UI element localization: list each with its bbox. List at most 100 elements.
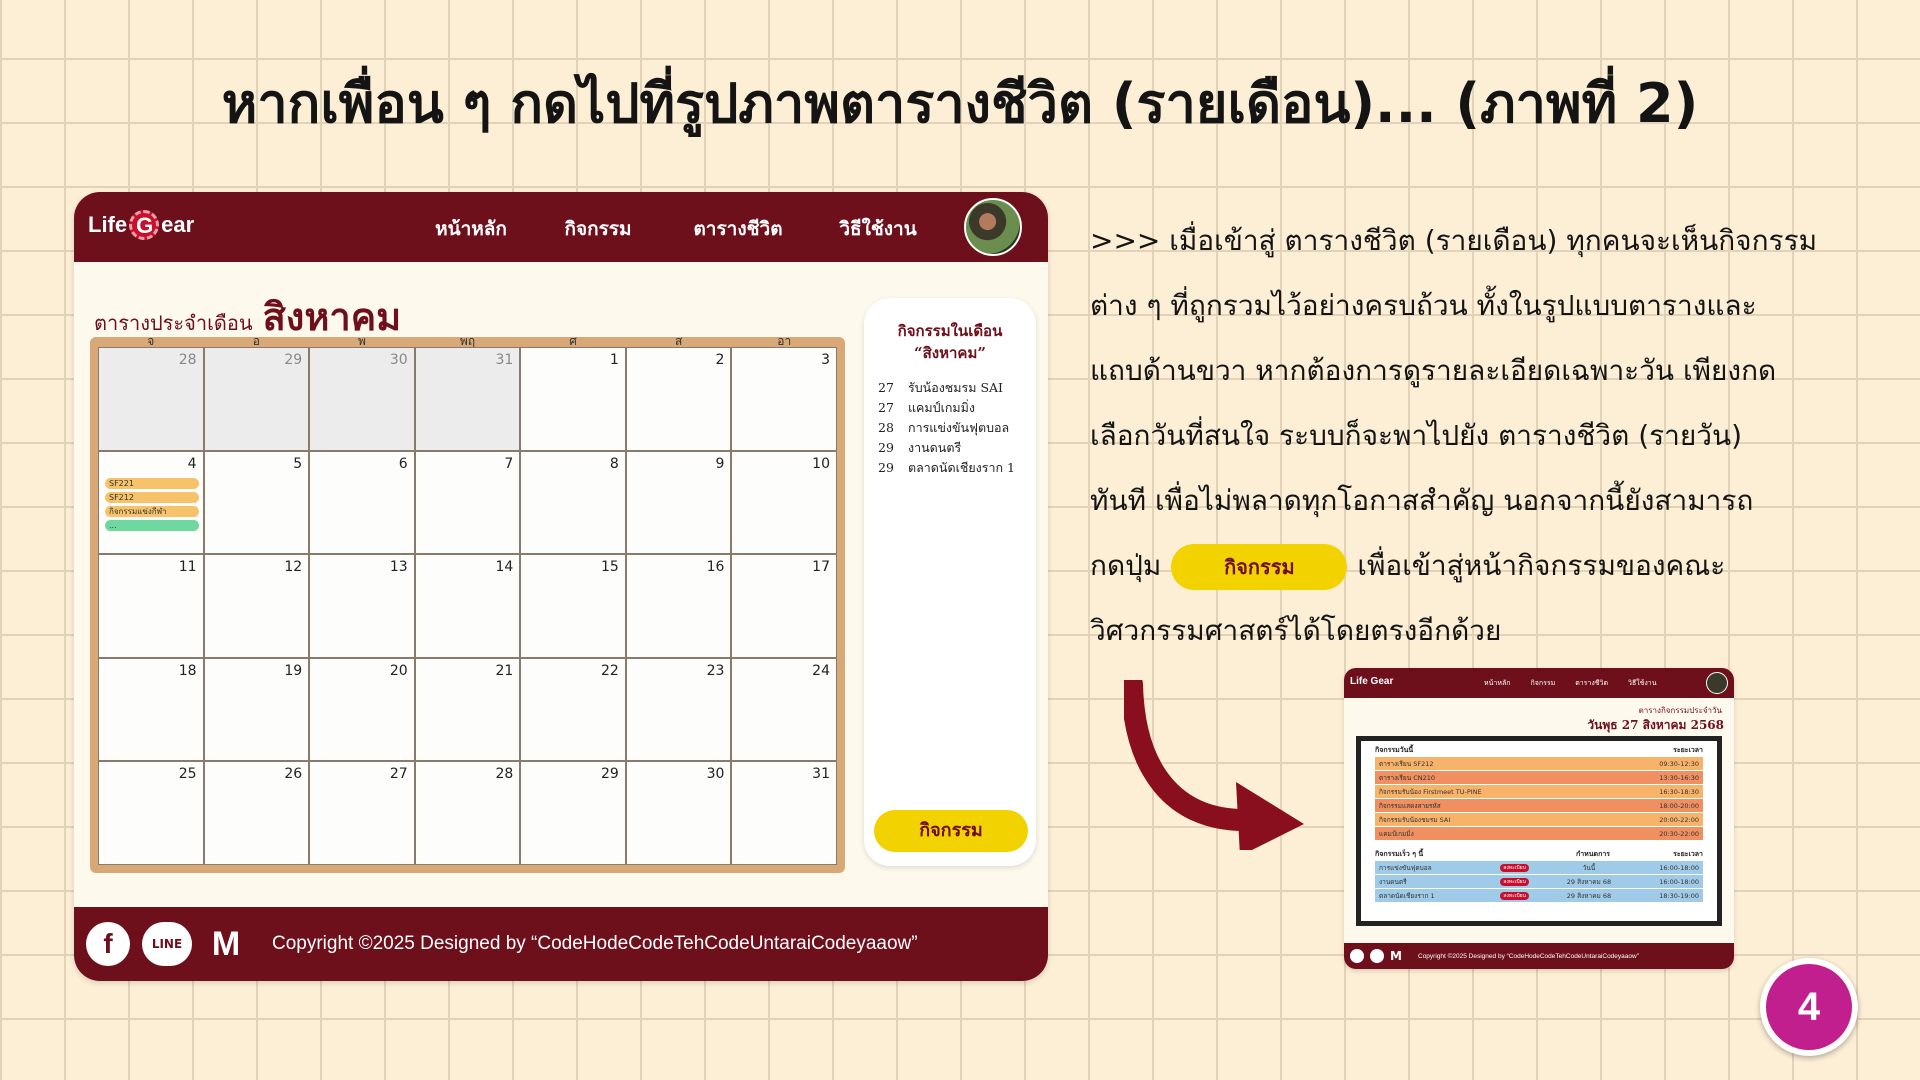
day-number: 25 bbox=[178, 766, 197, 783]
calendar-day-cell[interactable]: 21 bbox=[414, 657, 521, 762]
month-activity-item[interactable]: 28 การแข่งขันฟุตบอล bbox=[878, 418, 1036, 438]
thumb-row-label: แคมป์เกมมิ่ง bbox=[1379, 830, 1414, 838]
thumb-date: วันพุธ 27 สิงหาคม 2568 bbox=[1587, 718, 1724, 732]
calendar-day-cell[interactable]: 28 bbox=[98, 347, 204, 451]
calendar-day-cell[interactable]: 30 bbox=[309, 347, 415, 451]
calendar-day-cell[interactable]: 1 bbox=[520, 347, 626, 451]
event-pill[interactable]: SF212 bbox=[105, 491, 199, 503]
calendar-day-cell[interactable]: 22 bbox=[520, 657, 626, 762]
top-navbar: Life G ear หน้าหลัก กิจกรรม ตารางชีวิต ว… bbox=[74, 192, 1048, 262]
month-activity-list: 27 รับน้องชมรม SAI 27 แคมป์เกมมิ่ง 28 การแข่ง… bbox=[878, 378, 1036, 478]
calendar-day-cell[interactable]: 23 bbox=[625, 657, 732, 762]
activity-day: 27 bbox=[878, 400, 894, 415]
month-activity-item[interactable]: 27 แคมป์เกมมิ่ง bbox=[878, 398, 1036, 418]
calendar-day-cell[interactable]: 9 bbox=[625, 450, 732, 555]
day-number: 19 bbox=[284, 662, 303, 679]
activities-button[interactable]: กิจกรรม bbox=[874, 810, 1028, 852]
day-number: 13 bbox=[389, 559, 408, 576]
day-number: 18 bbox=[178, 662, 197, 679]
calendar-day-cell[interactable]: 15 bbox=[520, 554, 626, 658]
calendar-day-cell[interactable]: 8 bbox=[520, 450, 626, 555]
calendar-day-cell[interactable]: 30 bbox=[625, 761, 732, 865]
logo-text-life: Life bbox=[88, 212, 128, 237]
month-activity-item[interactable]: 29 ตลาดนัดเชียงราก 1 bbox=[878, 458, 1036, 478]
day-number: 26 bbox=[284, 766, 303, 783]
daily-schedule-thumbnail: Life Gear หน้าหลัก กิจกรรม ตารางชีวิต วิ… bbox=[1344, 668, 1734, 969]
calendar-day-cell[interactable]: 14 bbox=[414, 554, 521, 658]
thumb-due-title: กำหนดการ bbox=[1575, 850, 1611, 858]
calendar-day-cell[interactable]: 31 bbox=[414, 347, 521, 451]
calendar-day-cell[interactable]: 19 bbox=[203, 657, 310, 762]
thumb-soon-header: กิจกรรมเร็ว ๆ นี้ กำหนดการ ระยะเวลา bbox=[1375, 847, 1703, 861]
calendar-day-cell[interactable]: 24 bbox=[731, 657, 837, 762]
line-icon[interactable]: LINE bbox=[142, 922, 192, 966]
activity-day: 28 bbox=[878, 420, 894, 435]
event-pill[interactable]: ... bbox=[105, 519, 199, 531]
activity-label: รับน้องชมรม SAI bbox=[908, 380, 1003, 395]
calendar-day-cell[interactable]: 3 bbox=[731, 347, 837, 451]
nav-activities[interactable]: กิจกรรม bbox=[528, 214, 668, 244]
calendar-day-cell[interactable]: 5 bbox=[203, 450, 310, 555]
calendar-day-cell[interactable]: 12 bbox=[203, 554, 310, 658]
day-number: 6 bbox=[398, 455, 408, 472]
calendar-day-cell[interactable]: 31 bbox=[731, 761, 837, 865]
day-number: 9 bbox=[715, 455, 725, 472]
calendar-day-cell[interactable]: 27 bbox=[309, 761, 415, 865]
calendar-day-cell[interactable]: 2 bbox=[625, 347, 732, 451]
calendar-day-cell[interactable]: 20 bbox=[309, 657, 415, 762]
calendar-day-cell[interactable]: 18 bbox=[98, 657, 204, 762]
thumb-copyright: Copyright ©2025 Designed by “CodeHodeCod… bbox=[1418, 952, 1639, 960]
event-pill[interactable]: กิจกรรมแข่งกีฬา bbox=[105, 505, 199, 517]
copyright-text: Copyright ©2025 Designed by “CodeHodeCod… bbox=[272, 933, 918, 954]
day-number: 3 bbox=[821, 352, 830, 368]
thumb-register-badge: ลงทะเบียน bbox=[1500, 878, 1529, 886]
day-number: 21 bbox=[495, 662, 514, 679]
curved-arrow-icon bbox=[1124, 680, 1304, 850]
calendar-day-cell[interactable]: 26 bbox=[203, 761, 310, 865]
month-activity-item[interactable]: 27 รับน้องชมรม SAI bbox=[878, 378, 1036, 398]
weekday-label: ศ bbox=[569, 334, 577, 348]
thumb-soon-due: 29 สิงหาคม 68 bbox=[1566, 878, 1612, 886]
day-number: 31 bbox=[495, 352, 514, 368]
description-press-text: กดปุ่ม bbox=[1090, 549, 1162, 582]
calendar-day-cell[interactable]: 29 bbox=[520, 761, 626, 865]
thumb-row-time: 20:30-22:00 bbox=[1659, 830, 1699, 838]
thumb-today-row: ตารางเรียน CN210 13:30-16:30 bbox=[1375, 771, 1703, 785]
nav-how-to-use[interactable]: วิธีใช้งาน bbox=[808, 214, 948, 244]
calendar-day-cell[interactable]: 10 bbox=[731, 450, 837, 555]
gmail-icon[interactable]: M bbox=[204, 922, 248, 966]
event-pill[interactable]: SF221 bbox=[105, 477, 199, 489]
calendar-day-cell[interactable]: 11 bbox=[98, 554, 204, 658]
calendar-day-cell[interactable]: 13 bbox=[309, 554, 415, 658]
calendar-day-cell[interactable]: 17 bbox=[731, 554, 837, 658]
nav-home[interactable]: หน้าหลัก bbox=[414, 214, 528, 244]
thumb-avatar bbox=[1706, 672, 1728, 694]
day-number: 30 bbox=[389, 352, 408, 368]
day-number: 17 bbox=[812, 559, 830, 576]
calendar-day-cell[interactable]: 6 bbox=[309, 450, 415, 555]
month-activity-title-line1: กิจกรรมในเดือน bbox=[897, 322, 1003, 340]
weekday-label: พ bbox=[357, 334, 366, 348]
calendar-day-cell[interactable]: 7 bbox=[414, 450, 521, 555]
user-avatar[interactable] bbox=[964, 198, 1022, 256]
weekday-label: ส bbox=[675, 334, 683, 348]
life-gear-logo[interactable]: Life G ear bbox=[88, 210, 194, 240]
facebook-icon[interactable]: f bbox=[86, 922, 130, 966]
month-activity-item[interactable]: 29 งานดนตรี bbox=[878, 438, 1036, 458]
thumb-row-label: ตารางเรียน SF212 bbox=[1379, 760, 1434, 768]
calendar-day-cell[interactable]: 28 bbox=[414, 761, 521, 865]
calendar-day-cell[interactable]: 16 bbox=[625, 554, 732, 658]
inline-activities-button[interactable]: กิจกรรม bbox=[1171, 544, 1348, 590]
thumb-soon-time: 18:30-19:00 bbox=[1659, 892, 1699, 900]
thumb-time-title-2: ระยะเวลา bbox=[1673, 850, 1703, 858]
weekday-label: อา bbox=[777, 334, 792, 348]
thumb-soon-due: วันนี้ bbox=[1582, 864, 1596, 872]
nav-life-schedule[interactable]: ตารางชีวิต bbox=[668, 214, 808, 244]
calendar-day-cell[interactable]: 29 bbox=[203, 347, 310, 451]
calendar-day-cell[interactable]: 4 SF221 SF212 กิจกรรมแข่งกีฬา... bbox=[98, 450, 204, 555]
calendar-day-cell[interactable]: 25 bbox=[98, 761, 204, 865]
weekday-label: พฤ bbox=[459, 334, 476, 348]
day-number: 29 bbox=[284, 352, 303, 368]
weekday-label: จ bbox=[147, 334, 155, 348]
thumb-nav-howto: วิธีใช้งาน bbox=[1628, 679, 1657, 687]
